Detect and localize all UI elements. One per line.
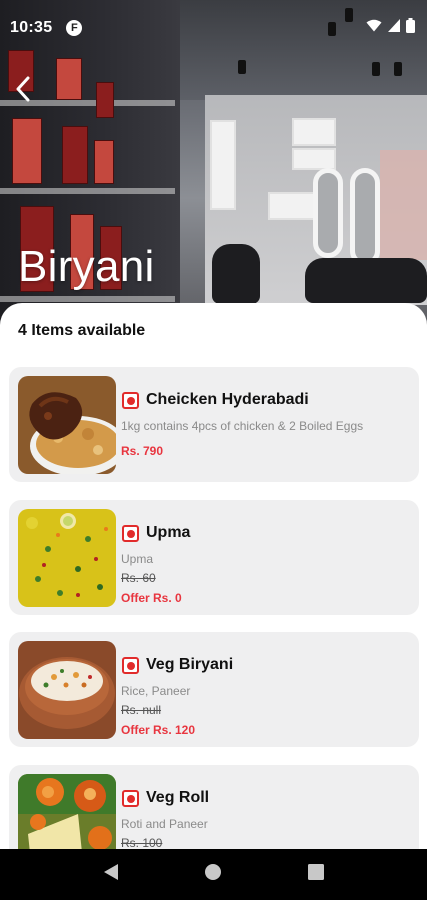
item-description: Rice, Paneer: [121, 684, 191, 698]
status-bar: 10:35 F: [0, 0, 427, 56]
item-original-price: Rs. 100: [121, 836, 163, 850]
notification-app-icon: F: [66, 20, 83, 36]
non-veg-indicator-icon: [122, 790, 139, 807]
item-description: Upma: [121, 552, 154, 566]
square-recents-icon[interactable]: [308, 864, 325, 885]
status-time: 10:35: [10, 19, 53, 36]
item-original-price: Rs. 60: [121, 571, 156, 585]
triangle-back-icon[interactable]: [103, 863, 119, 886]
item-original-price: Rs. null: [121, 703, 162, 717]
category-title: Biryani: [18, 242, 155, 291]
wifi-icon: [366, 19, 382, 37]
food-image: [18, 509, 116, 607]
item-offer-price: Offer Rs. 0: [121, 591, 182, 605]
food-image: [18, 641, 116, 739]
battery-icon: [406, 18, 415, 38]
items-sheet: 4 Items available Cheicken Hyderabadi 1k…: [0, 303, 427, 900]
item-description: 1kg contains 4pcs of chicken & 2 Boiled …: [121, 419, 364, 433]
screen: 10:35 F Biryani 4 Items available Cheick…: [0, 0, 427, 900]
item-name: Veg Roll: [146, 789, 210, 806]
non-veg-indicator-icon: [122, 392, 139, 409]
menu-item-card[interactable]: Cheicken Hyderabadi 1kg contains 4pcs of…: [9, 367, 419, 482]
chevron-left-icon: [14, 76, 32, 107]
signal-icon: [388, 19, 400, 37]
system-nav-bar: [0, 849, 427, 900]
item-name: Veg Biryani: [146, 656, 234, 673]
status-icons: [366, 18, 415, 38]
circle-home-icon[interactable]: [204, 863, 222, 886]
item-price: Rs. 790: [121, 444, 164, 458]
item-description: Roti and Paneer: [121, 817, 208, 831]
menu-item-card[interactable]: Veg Biryani Rice, Paneer Rs. null Offer …: [9, 632, 419, 747]
items-count-label: 4 Items available: [18, 322, 146, 339]
non-veg-indicator-icon: [122, 525, 139, 542]
item-offer-price: Offer Rs. 120: [121, 723, 196, 737]
back-button[interactable]: [10, 74, 36, 108]
item-name: Cheicken Hyderabadi: [146, 391, 309, 408]
item-name: Upma: [146, 524, 191, 541]
food-image: [18, 376, 116, 474]
non-veg-indicator-icon: [122, 657, 139, 674]
category-hero-image: 10:35 F Biryani: [0, 0, 427, 330]
menu-item-card[interactable]: Upma Upma Rs. 60 Offer Rs. 0: [9, 500, 419, 615]
